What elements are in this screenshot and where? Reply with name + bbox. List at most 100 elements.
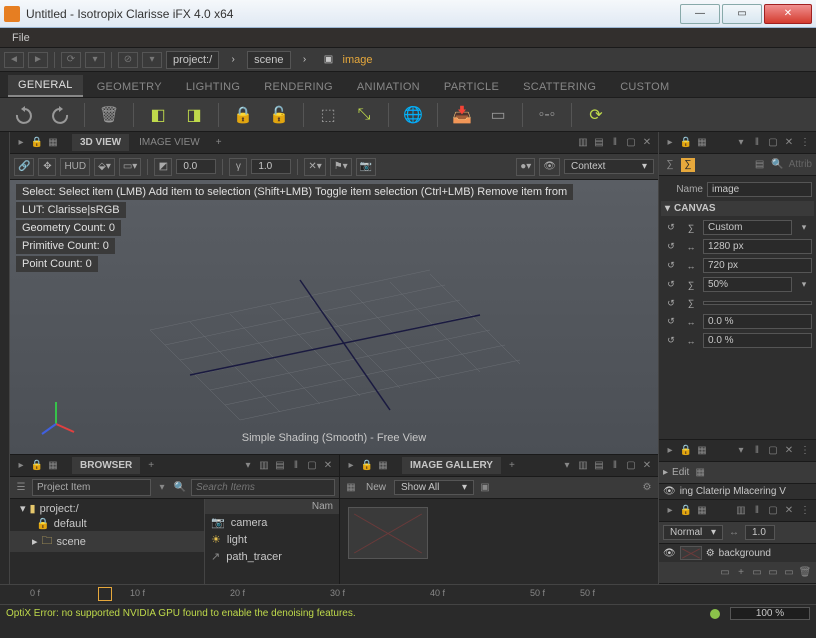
pct-input[interactable]: 0.0 % [703,333,812,348]
link-icon[interactable]: 🔗 [14,158,34,176]
close-panel-icon[interactable]: ✕ [782,444,796,458]
maximize-icon[interactable]: ▢ [766,136,780,150]
more-icon[interactable]: ⋮ [798,504,812,518]
ungroup-button[interactable]: ◨ [180,101,208,129]
chevron-down-icon[interactable]: ▾ [241,459,255,473]
width-input[interactable]: 1280 px [703,239,812,254]
tab-image-view[interactable]: IMAGE VIEW [131,134,208,151]
move-icon[interactable]: ✥ [38,158,56,176]
flag-icon[interactable]: ⚑▾ [330,158,352,176]
close-panel-icon[interactable]: ✕ [640,459,654,473]
window-close-button[interactable]: ✕ [764,4,812,24]
viewport-3d[interactable]: Select: Select item (LMB) Add item to se… [10,180,658,454]
item-list[interactable]: Nam 📷camera ☀light ↗path_tracer [205,499,339,584]
dot-icon[interactable]: ●▾ [516,158,535,176]
breadcrumb-root[interactable]: project:/ [166,51,219,69]
window-maximize-button[interactable]: ▭ [722,4,762,24]
list-icon[interactable]: ☰ [14,481,28,495]
chevron-down-icon[interactable]: ▾ [560,459,574,473]
lock-icon[interactable]: 🔒 [679,504,693,518]
gear-icon[interactable]: ⚙ [640,481,654,495]
chevron-down-icon[interactable]: ▾ [734,136,748,150]
search-icon[interactable]: 🔍 [771,158,785,172]
layer-btn[interactable]: ▭ [750,566,764,580]
more-icon[interactable]: ⋮ [798,136,812,150]
layer-btn[interactable]: ▭ [766,566,780,580]
lock-icon[interactable]: 🔒 [679,136,693,150]
unlock-button[interactable]: 🔓 [265,101,293,129]
split-v-icon[interactable]: ▤ [592,136,606,150]
layer-btn[interactable]: ▭ [782,566,796,580]
panel-icon[interactable]: ▦ [376,459,390,473]
panel-icon[interactable]: ▦ [695,504,709,518]
panel-icon[interactable]: ▦ [46,459,60,473]
history-fwd-button[interactable]: ► [28,52,48,68]
split-h-icon[interactable]: ▥ [734,504,748,518]
panel-icon[interactable]: ▦ [695,136,709,150]
history-stop-button[interactable]: ⊘ [118,52,138,68]
tab-lighting[interactable]: LIGHTING [176,77,250,97]
panel-icon[interactable]: ▦ [46,136,60,150]
project-tree[interactable]: ▾▮project:/ 🔒default ▸🗀scene [10,499,205,584]
maximize-icon[interactable]: ▢ [624,459,638,473]
tab-particle[interactable]: PARTICLE [434,77,509,97]
delete-button[interactable]: 🗑 [95,101,123,129]
close-panel-icon[interactable]: ✕ [782,504,796,518]
chevron-down-icon[interactable]: ▾ [734,444,748,458]
breadcrumb-image[interactable]: image [343,54,373,66]
image-thumbnail[interactable] [348,507,428,559]
tab-custom[interactable]: CUSTOM [610,77,679,97]
tab-browser[interactable]: BROWSER [72,457,140,474]
preset-select[interactable]: Custom [703,220,792,235]
more-icon[interactable]: ⋮ [798,444,812,458]
context-select[interactable]: Context▾ [564,159,654,174]
breadcrumb-scene[interactable]: scene [247,51,290,69]
add-view-tab[interactable]: + [210,137,228,148]
maximize-icon[interactable]: ▢ [305,459,319,473]
pause-icon[interactable]: ‖ [750,504,764,518]
page-icon[interactable]: ▤ [753,158,767,172]
tab-scattering[interactable]: SCATTERING [513,77,606,97]
anchor-icon[interactable]: ▸ [14,459,28,473]
pause-icon[interactable]: ‖ [289,459,303,473]
exposure-value[interactable]: 0.0 [176,159,216,174]
image-icon[interactable]: ▣ [478,481,492,495]
lock-icon[interactable]: 🔒 [30,136,44,150]
window-minimize-button[interactable]: — [680,4,720,24]
project-item-field[interactable]: Project Item [32,479,151,496]
split-v-icon[interactable]: ▤ [273,459,287,473]
anchor-icon[interactable]: ▸ [663,136,677,150]
layer-row[interactable]: 👁 ⚙ background [659,544,816,562]
pause-icon[interactable]: ‖ [608,136,622,150]
hud-toggle[interactable]: HUD [60,158,90,176]
anchor-icon[interactable]: ▸ [663,444,677,458]
blend-mode-select[interactable]: Normal▾ [663,525,723,540]
add-tab[interactable]: + [503,460,521,471]
group-button[interactable]: ◧ [144,101,172,129]
pause-icon[interactable]: ‖ [750,136,764,150]
search-input[interactable] [191,479,335,496]
eye-icon[interactable]: 👁 [539,158,560,176]
history-back-button[interactable]: ◄ [4,52,24,68]
undo-button[interactable] [10,101,38,129]
dropdown-icon[interactable]: ⬙▾ [94,158,115,176]
edit-icon[interactable]: ▦ [693,466,707,480]
lock-button[interactable]: 🔒 [229,101,257,129]
anchor-icon[interactable]: ▸ [344,459,358,473]
camera-icon[interactable]: 📷 [356,158,376,176]
pause-icon[interactable]: ‖ [608,459,622,473]
anchor-icon[interactable]: ▸ [14,136,28,150]
tools-icon[interactable]: ✕▾ [304,158,325,176]
tab-general[interactable]: GENERAL [8,75,83,97]
tab-3d-view[interactable]: 3D VIEW [72,134,129,151]
history-home-button[interactable]: ⟳ [61,52,81,68]
expand-button[interactable]: ⤡ [350,101,378,129]
world-button[interactable]: 🌐 [399,101,427,129]
lock-icon[interactable]: 🔒 [679,444,693,458]
split-h-icon[interactable]: ▥ [576,136,590,150]
add-tab[interactable]: + [142,460,160,471]
refresh-button[interactable]: ⟳ [582,101,610,129]
sigma-icon[interactable]: ∑ [663,158,677,172]
close-panel-icon[interactable]: ✕ [782,136,796,150]
menu-file[interactable]: File [6,30,36,46]
